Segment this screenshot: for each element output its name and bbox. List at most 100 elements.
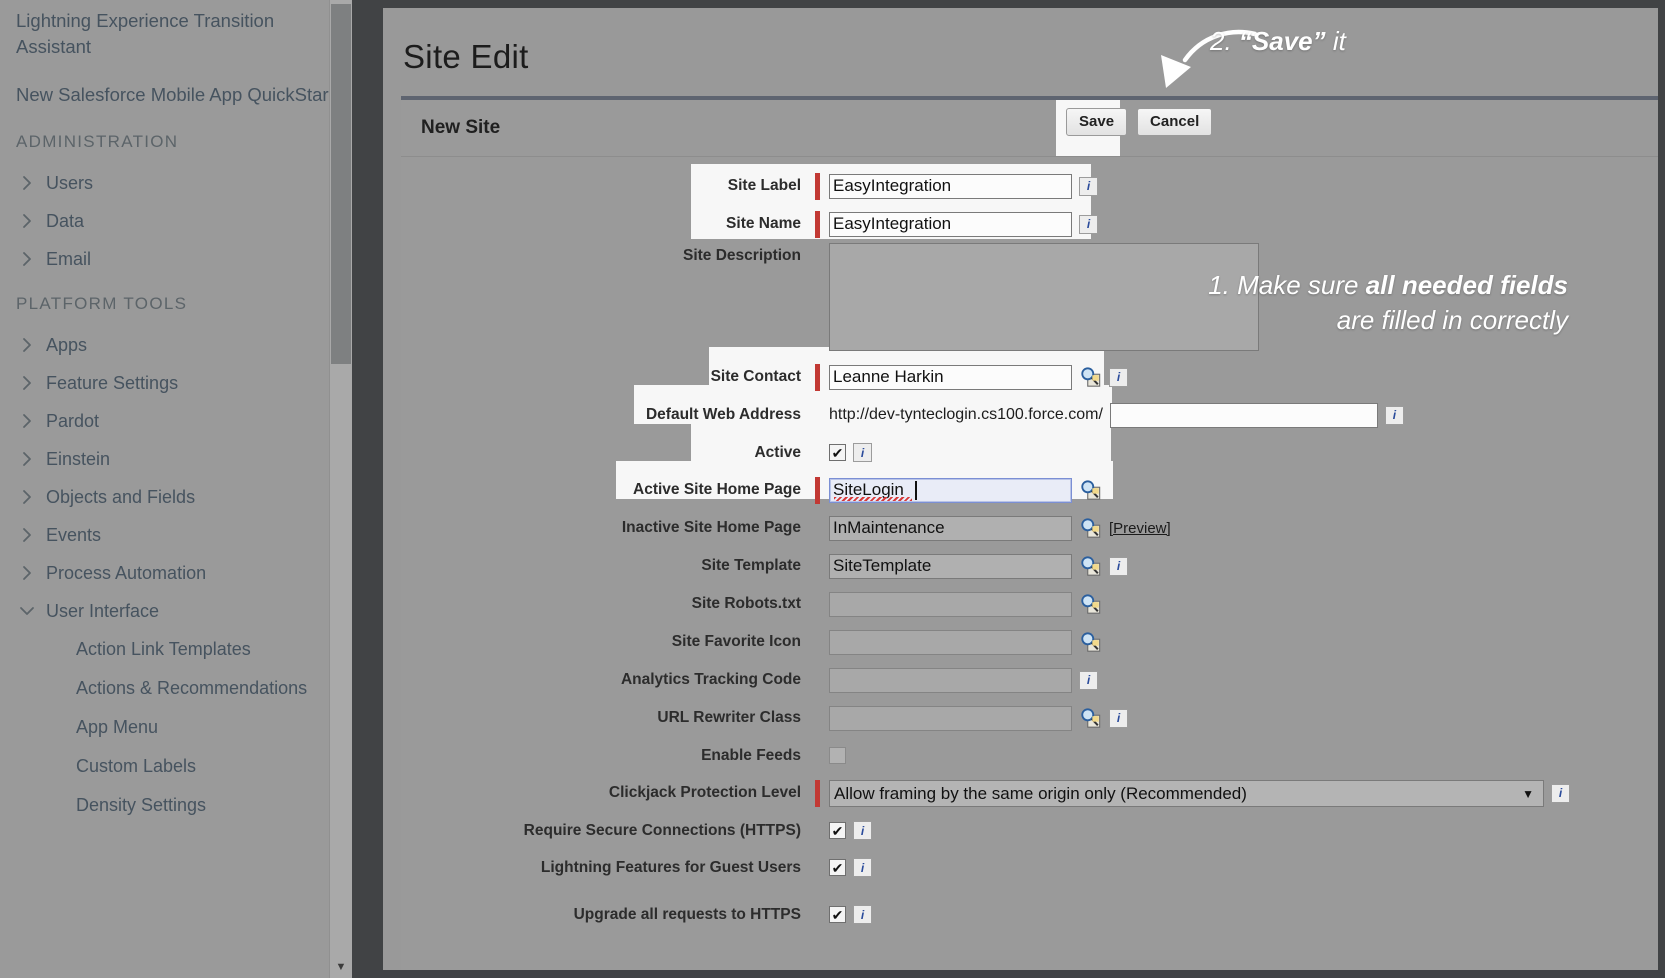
site-robots-input[interactable] — [829, 591, 1072, 617]
cancel-button[interactable]: Cancel — [1137, 108, 1213, 136]
site-contact-input[interactable] — [829, 364, 1072, 390]
info-icon[interactable]: i — [1384, 405, 1404, 425]
lookup-search-icon[interactable] — [1079, 593, 1102, 615]
enable-feeds-label: Enable Feeds — [701, 746, 801, 764]
annotation-step2-prefix: 2. — [1210, 26, 1239, 56]
sidebar-item-einstein[interactable]: Einstein — [0, 440, 352, 478]
form-action-buttons: Save Cancel — [1066, 108, 1213, 136]
required-spacer — [815, 705, 820, 732]
form-row-default-web-address: Default Web Address http://dev-tynteclog… — [401, 396, 1658, 434]
sidebar-item-label: Feature Settings — [46, 372, 179, 393]
sidebar-section-platform-tools: PLATFORM TOOLS — [16, 294, 188, 313]
sidebar-item-apps[interactable]: Apps — [0, 326, 352, 364]
site-contact-label: Site Contact — [710, 368, 801, 385]
default-web-address-prefix: http://dev-tynteclogin.cs100.force.com/ — [829, 406, 1103, 423]
sidebar-link-mobile-app-quickstart[interactable]: New Salesforce Mobile App QuickStart — [0, 78, 352, 112]
info-icon[interactable]: i — [1109, 367, 1128, 387]
default-web-address-suffix-input[interactable] — [1109, 402, 1378, 428]
info-icon[interactable]: i — [853, 905, 872, 924]
required-spacer — [815, 742, 820, 769]
required-spacer — [815, 591, 820, 618]
sidebar-item-email[interactable]: Email — [0, 240, 352, 278]
required-spacer — [815, 629, 820, 656]
preview-link[interactable]: [Preview] — [1109, 520, 1171, 537]
lookup-search-icon[interactable] — [1079, 707, 1102, 729]
site-label-input[interactable] — [829, 173, 1072, 199]
chevron-right-icon — [16, 486, 38, 508]
info-icon[interactable]: i — [1109, 708, 1128, 728]
sidebar-item-label: Events — [46, 524, 102, 545]
sidebar-item-data[interactable]: Data — [0, 202, 352, 240]
required-spacer — [815, 854, 820, 881]
sidebar-item-actions-and-recommendations[interactable]: Actions & Recommendations — [0, 669, 352, 708]
site-favorite-icon-input[interactable] — [829, 629, 1072, 655]
required-spacer — [815, 667, 820, 694]
sidebar-item-pardot[interactable]: Pardot — [0, 402, 352, 440]
inactive-site-home-page-input[interactable] — [829, 515, 1072, 541]
text-caret — [915, 480, 917, 500]
active-label: Active — [754, 443, 801, 461]
sidebar-scrollbar[interactable]: ▼ — [329, 0, 352, 978]
lookup-search-icon[interactable] — [1079, 366, 1102, 388]
site-name-input[interactable] — [829, 211, 1072, 237]
required-indicator — [815, 210, 820, 238]
info-icon[interactable]: i — [1551, 783, 1570, 803]
clickjack-select-wrapper: Allow framing by the same origin only (R… — [829, 779, 1544, 807]
info-icon[interactable]: i — [1079, 214, 1098, 234]
sidebar-item-density-settings[interactable]: Density Settings — [0, 786, 352, 825]
info-icon[interactable]: i — [853, 821, 872, 840]
sidebar-item-label: Einstein — [46, 448, 111, 469]
scroll-down-arrow-icon[interactable]: ▼ — [330, 958, 352, 976]
sidebar-item-process-automation[interactable]: Process Automation — [0, 554, 352, 592]
clickjack-protection-level-label: Clickjack Protection Level — [608, 784, 801, 801]
site-template-input[interactable] — [829, 553, 1072, 579]
form-row-analytics-tracking-code: Analytics Tracking Code i — [401, 661, 1658, 699]
lookup-search-icon[interactable] — [1079, 479, 1102, 501]
sidebar-item-action-link-templates[interactable]: Action Link Templates — [0, 630, 352, 669]
sidebar-item-app-menu[interactable]: App Menu — [0, 708, 352, 747]
lightning-guest-users-checkbox[interactable]: ✔ — [829, 859, 846, 876]
info-icon[interactable]: i — [1079, 670, 1098, 690]
sidebar-scrollbar-thumb[interactable] — [331, 4, 351, 364]
annotation-step-2: 2. “Save” it — [1210, 25, 1346, 58]
active-site-home-page-input[interactable] — [829, 477, 1072, 503]
sidebar-item-users[interactable]: Users — [0, 164, 352, 202]
active-checkbox[interactable]: ✔ — [829, 444, 846, 461]
form-row-upgrade-https: Upgrade all requests to HTTPS ✔ i — [401, 896, 1658, 933]
required-indicator — [815, 476, 820, 504]
sidebar-item-feature-settings[interactable]: Feature Settings — [0, 364, 352, 402]
upgrade-https-checkbox[interactable]: ✔ — [829, 906, 846, 923]
site-favorite-icon-label: Site Favorite Icon — [671, 633, 801, 650]
sidebar-item-events[interactable]: Events — [0, 516, 352, 554]
require-https-checkbox[interactable]: ✔ — [829, 822, 846, 839]
sidebar-item-objects-and-fields[interactable]: Objects and Fields — [0, 478, 352, 516]
site-name-label: Site Name — [726, 215, 801, 232]
url-rewriter-class-input[interactable] — [829, 705, 1072, 731]
sidebar-item-custom-labels[interactable]: Custom Labels — [0, 747, 352, 786]
sidebar-item-label: Pardot — [46, 410, 100, 431]
site-description-label: Site Description — [683, 247, 801, 264]
sidebar-item-user-interface[interactable]: User Interface — [0, 592, 352, 630]
chevron-right-icon — [16, 524, 38, 546]
enable-feeds-checkbox[interactable] — [829, 747, 846, 764]
form-row-site-template: Site Template i — [401, 547, 1658, 585]
lightning-guest-users-label: Lightning Features for Guest Users — [540, 858, 801, 876]
info-icon[interactable]: i — [853, 858, 872, 877]
clickjack-protection-level-select[interactable]: Allow framing by the same origin only (R… — [829, 779, 1544, 807]
active-site-home-page-field-wrapper — [829, 477, 1072, 503]
setup-sidebar: Lightning Experience Transition Assistan… — [0, 0, 352, 978]
info-icon[interactable]: i — [1079, 176, 1098, 196]
lookup-search-icon[interactable] — [1079, 517, 1102, 539]
chevron-right-icon — [16, 562, 38, 584]
info-icon[interactable]: i — [853, 443, 872, 462]
sidebar-link-lightning-transition-assistant[interactable]: Lightning Experience Transition Assistan… — [0, 4, 352, 64]
analytics-tracking-code-input[interactable] — [829, 667, 1072, 693]
chevron-right-icon — [16, 372, 38, 394]
form-row-site-robots: Site Robots.txt — [401, 585, 1658, 623]
annotation-step-1: 1. Make sure all needed fields are fille… — [1168, 268, 1568, 338]
save-button[interactable]: Save — [1066, 108, 1128, 136]
required-spacer — [815, 243, 820, 270]
lookup-search-icon[interactable] — [1079, 631, 1102, 653]
lookup-search-icon[interactable] — [1079, 555, 1102, 577]
info-icon[interactable]: i — [1109, 556, 1128, 576]
